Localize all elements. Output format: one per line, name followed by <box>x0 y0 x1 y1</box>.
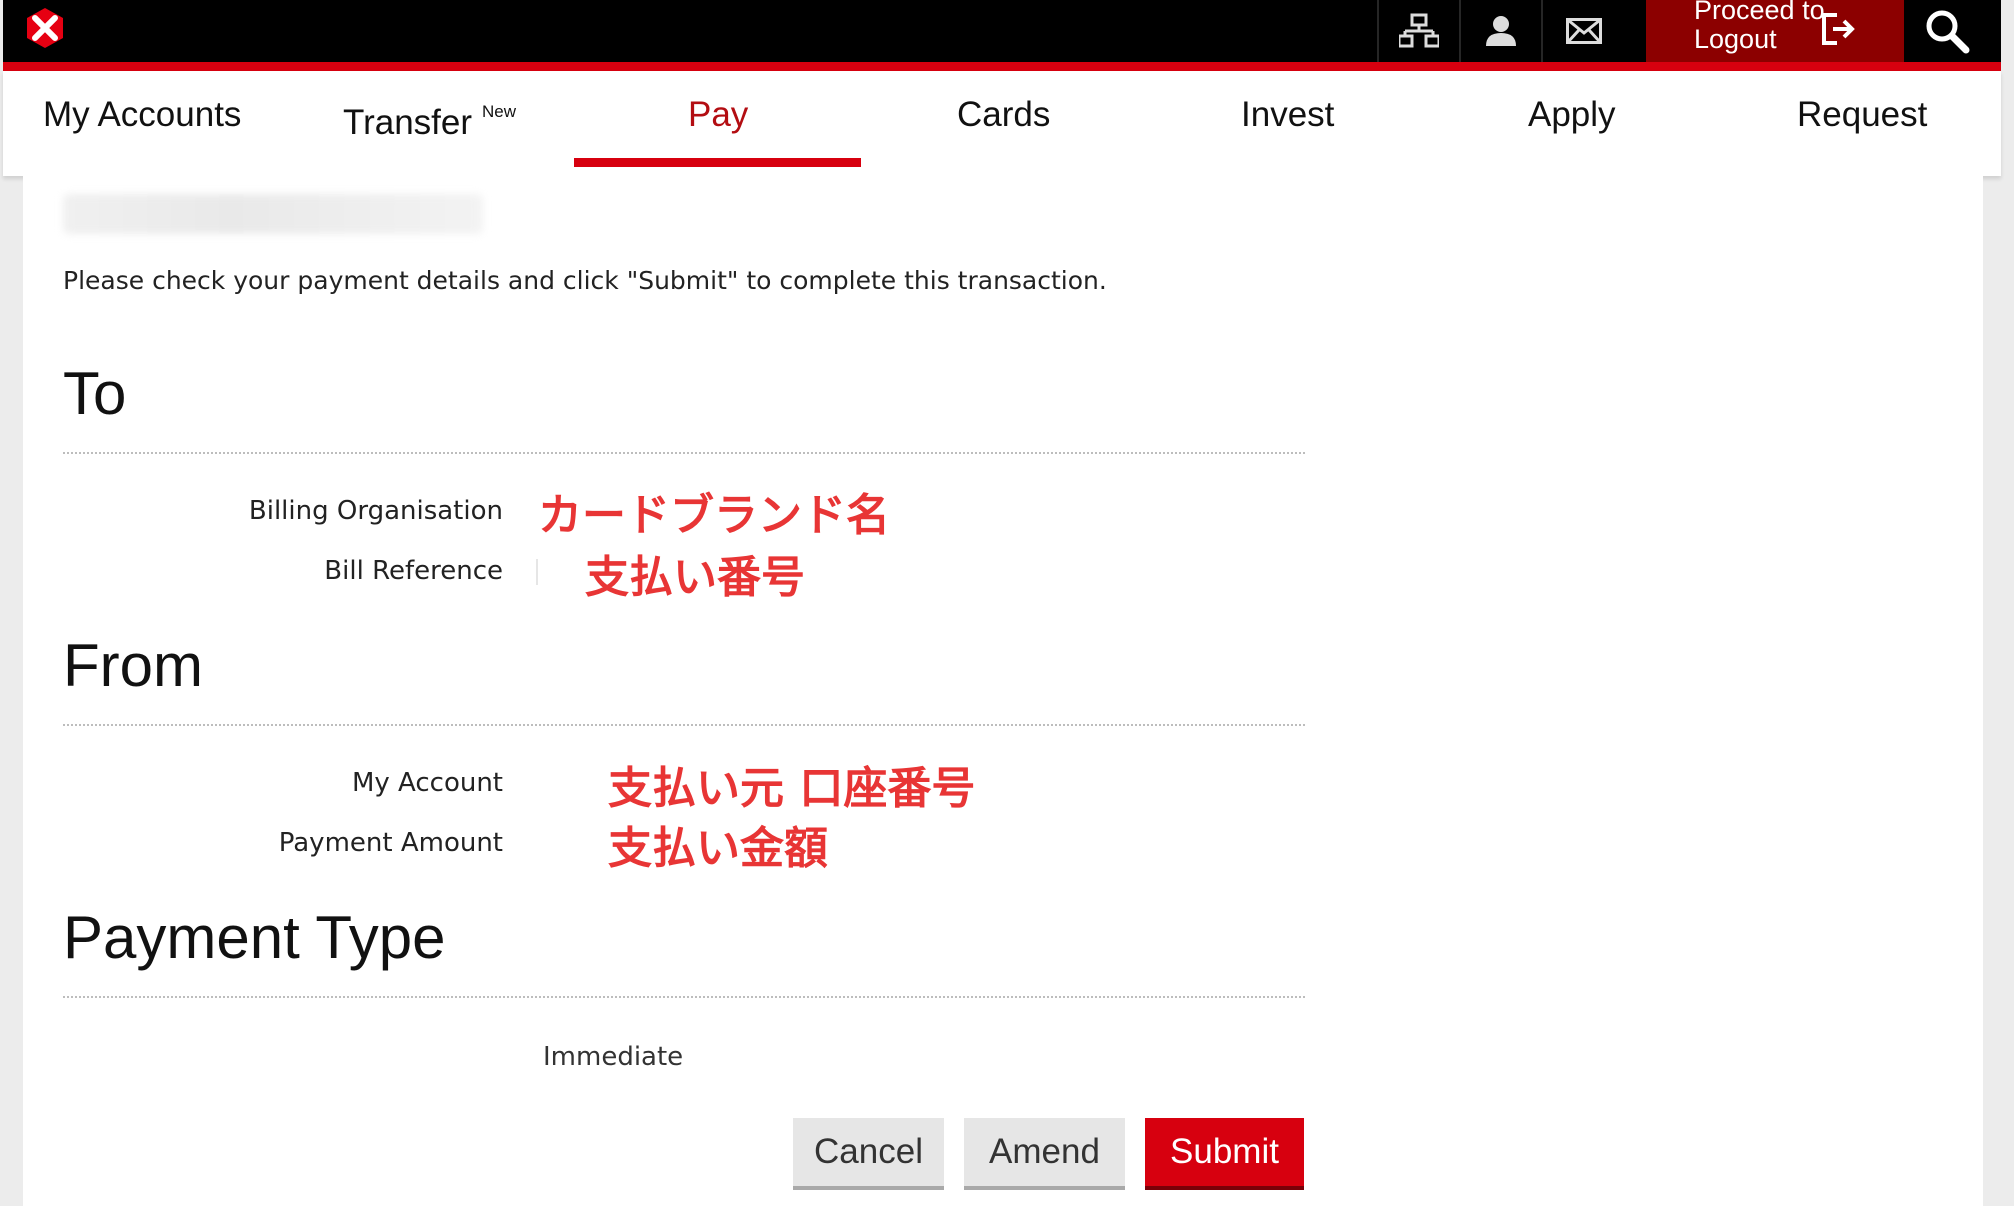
payment-type-value: Immediate <box>543 1042 684 1072</box>
header-accent-line <box>3 62 2001 71</box>
nav-pay[interactable]: Pay <box>688 95 748 135</box>
nav-request[interactable]: Request <box>1797 95 1927 135</box>
bill-reference-value: 支払い番号 <box>585 552 805 603</box>
payment-amount-value: 支払い金額 <box>608 823 828 874</box>
top-bar: Proceed to Logout <box>3 0 2001 62</box>
nav-transfer[interactable]: Transfer New <box>343 102 517 143</box>
divider <box>63 452 1305 454</box>
user-icon[interactable] <box>1461 0 1541 62</box>
section-title-to: To <box>63 360 127 427</box>
bill-reference-label: Bill Reference <box>324 556 503 586</box>
section-title-from: From <box>63 632 203 699</box>
logout-label: Proceed to Logout <box>1694 0 1825 54</box>
nav-transfer-label: Transfer <box>343 103 473 142</box>
logout-icon <box>1822 13 1855 45</box>
divider <box>63 724 1305 726</box>
sitemap-icon[interactable] <box>1379 0 1459 62</box>
nav-invest[interactable]: Invest <box>1241 95 1334 135</box>
section-title-payment-type: Payment Type <box>63 904 446 971</box>
my-account-label: My Account <box>351 768 503 798</box>
intro-text: Please check your payment details and cl… <box>63 266 1107 295</box>
billing-org-value: カードブランド名 <box>538 490 890 541</box>
payment-amount-label: Payment Amount <box>278 828 503 858</box>
billing-org-label: Billing Organisation <box>248 496 503 526</box>
submit-button[interactable]: Submit <box>1145 1118 1304 1190</box>
mail-icon[interactable] <box>1543 0 1625 62</box>
logout-button[interactable]: Proceed to Logout <box>1646 0 1904 62</box>
separator <box>536 559 538 585</box>
nav-cards[interactable]: Cards <box>957 95 1050 135</box>
divider <box>63 996 1305 998</box>
payment-confirmation-panel: Please check your payment details and cl… <box>23 176 1983 1206</box>
nav-apply[interactable]: Apply <box>1528 95 1616 135</box>
nav-my-accounts[interactable]: My Accounts <box>43 95 241 135</box>
search-icon[interactable] <box>1922 6 1972 56</box>
main-nav: My Accounts Transfer New Pay Cards Invest… <box>3 71 2001 176</box>
hexagon-logo-icon[interactable] <box>23 6 67 50</box>
blurred-breadcrumb <box>63 194 483 234</box>
active-tab-indicator <box>574 158 861 167</box>
nav-new-badge: New <box>482 102 517 121</box>
cancel-button[interactable]: Cancel <box>793 1118 944 1190</box>
amend-button[interactable]: Amend <box>964 1118 1125 1190</box>
my-account-value: 支払い元 口座番号 <box>608 763 976 814</box>
